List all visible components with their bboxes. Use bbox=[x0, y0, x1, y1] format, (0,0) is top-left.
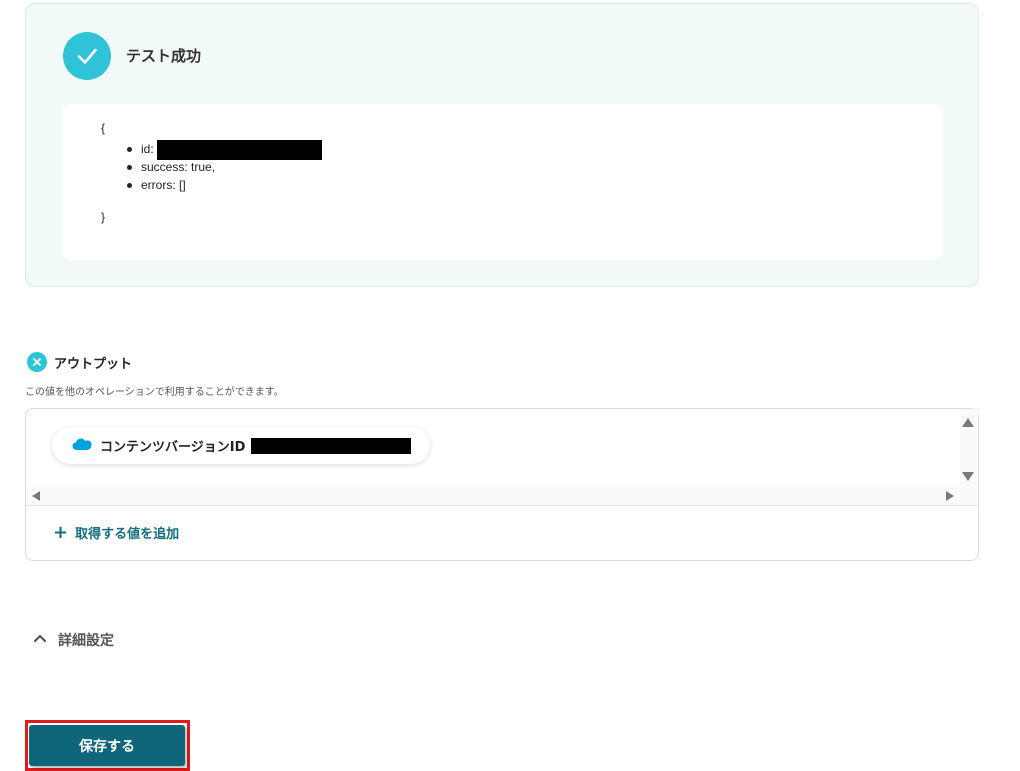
vertical-scrollbar[interactable] bbox=[960, 409, 978, 487]
horizontal-scrollbar[interactable] bbox=[26, 487, 978, 505]
output-header: アウトプット bbox=[27, 352, 132, 372]
json-field-errors: errors: [] bbox=[125, 176, 322, 194]
json-field-id: id: bbox=[125, 140, 323, 160]
json-brace-close: } bbox=[101, 210, 106, 224]
json-field-list: id: success: true, errors: [] bbox=[125, 140, 323, 194]
output-value-chip[interactable]: コンテンツバージョンID bbox=[52, 427, 430, 464]
output-divider bbox=[26, 505, 978, 506]
add-value-label: 取得する値を追加 bbox=[75, 527, 180, 542]
check-circle-icon bbox=[63, 32, 111, 80]
save-button[interactable]: 保存する bbox=[29, 725, 185, 766]
json-field-errors-label: errors: [] bbox=[141, 178, 186, 192]
redacted-chip-value bbox=[251, 437, 412, 454]
test-success-title: テスト成功 bbox=[126, 47, 202, 65]
output-title: アウトプット bbox=[54, 356, 133, 372]
redacted-id-value bbox=[157, 140, 323, 160]
add-value-button[interactable]: + 取得する値を追加 bbox=[53, 523, 179, 542]
chevron-up-icon bbox=[32, 630, 48, 650]
advanced-settings-toggle[interactable]: 詳細設定 bbox=[32, 630, 114, 650]
output-values-box: コンテンツバージョンID + 取得する値を追加 bbox=[25, 408, 979, 561]
json-field-success: success: true, bbox=[125, 158, 322, 176]
scroll-right-arrow-icon[interactable] bbox=[946, 491, 954, 501]
scroll-up-arrow-icon[interactable] bbox=[962, 418, 974, 427]
salesforce-cloud-icon bbox=[72, 436, 92, 455]
json-brace-open: { bbox=[101, 121, 106, 135]
output-x-icon bbox=[27, 352, 47, 372]
json-field-id-label: id: bbox=[141, 142, 158, 157]
output-scroll-area[interactable]: コンテンツバージョンID bbox=[26, 409, 978, 505]
json-response-box: { id: success: true, errors: [] } bbox=[62, 104, 943, 260]
scroll-left-arrow-icon[interactable] bbox=[32, 491, 40, 501]
test-result-panel: テスト成功 { id: success: true, errors: [] } bbox=[25, 3, 979, 287]
advanced-settings-label: 詳細設定 bbox=[58, 633, 114, 649]
json-field-success-label: success: true, bbox=[141, 160, 216, 174]
plus-icon: + bbox=[53, 521, 69, 543]
scroll-down-arrow-icon[interactable] bbox=[962, 472, 974, 481]
output-description: この値を他のオペレーションで利用することができます。 bbox=[25, 387, 284, 398]
chip-label: コンテンツバージョンID bbox=[100, 440, 246, 455]
